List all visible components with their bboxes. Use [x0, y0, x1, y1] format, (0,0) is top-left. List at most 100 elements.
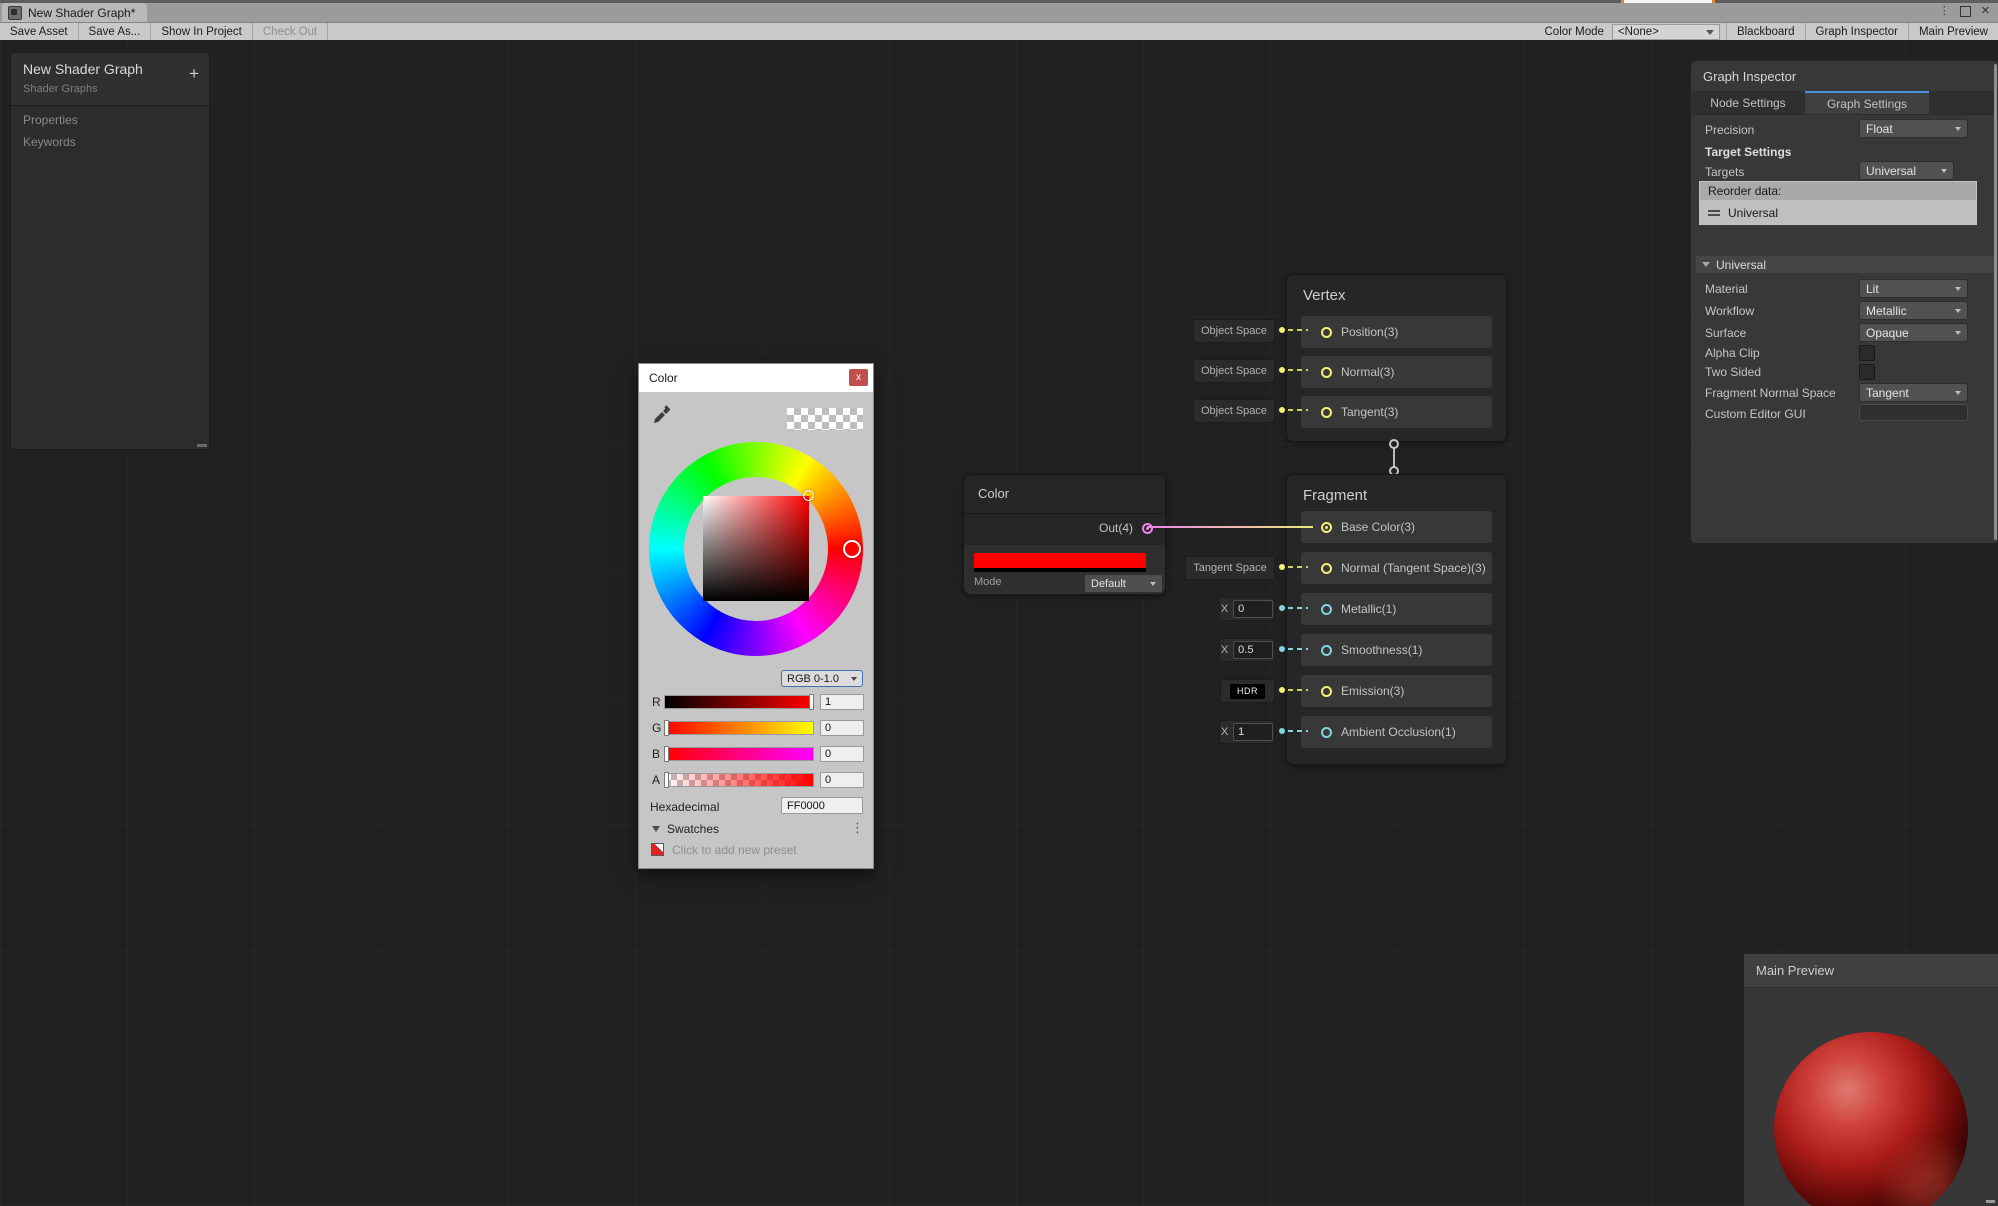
channel-b-slider[interactable] — [664, 747, 814, 761]
alpha-clip-checkbox[interactable] — [1859, 345, 1875, 361]
workflow-dropdown[interactable]: Metallic — [1859, 301, 1968, 320]
close-window-icon[interactable]: ✕ — [1981, 4, 1990, 18]
fragment-normal-space-dropdown[interactable]: Tangent — [1859, 383, 1968, 402]
preset-swatch-icon[interactable] — [651, 843, 664, 856]
channel-g-value[interactable]: 0 — [820, 720, 864, 736]
widget-connector — [1288, 409, 1308, 411]
drag-handle-icon[interactable] — [1708, 210, 1720, 216]
mode-dropdown[interactable]: Default — [1084, 574, 1163, 593]
ambient-occlusion-value-field[interactable]: X 1 — [1219, 720, 1275, 744]
vertex-port-tangent[interactable]: Tangent(3) — [1301, 396, 1492, 428]
color-space-dropdown[interactable]: RGB 0-1.0 — [781, 670, 863, 687]
graph-inspector-toggle-button[interactable]: Graph Inspector — [1806, 23, 1909, 41]
normal-space-widget[interactable]: Tangent Space — [1185, 556, 1275, 580]
fragment-port-metallic[interactable]: Metallic(1) — [1301, 593, 1492, 625]
material-dropdown[interactable]: Lit — [1859, 279, 1968, 298]
preview-sphere[interactable] — [1774, 1032, 1968, 1206]
blackboard-section-properties[interactable]: Properties — [23, 113, 78, 127]
blackboard-section-keywords[interactable]: Keywords — [23, 135, 76, 149]
save-as-button[interactable]: Save As... — [79, 23, 152, 41]
main-preview-toggle-button[interactable]: Main Preview — [1909, 23, 1998, 41]
dialog-title-bar[interactable]: Color x — [639, 364, 873, 392]
vertex-port-position[interactable]: Position(3) — [1301, 316, 1492, 348]
channel-a-slider[interactable] — [664, 773, 814, 787]
inspector-scrollbar[interactable] — [1994, 64, 1997, 540]
slider-handle[interactable] — [664, 746, 669, 762]
color-node-title: Color — [978, 486, 1009, 501]
normal-space-dropdown[interactable]: Object Space — [1193, 359, 1275, 383]
port-circle-vec3[interactable] — [1321, 367, 1332, 378]
channel-b-value[interactable]: 0 — [820, 746, 864, 762]
tangent-space-dropdown[interactable]: Object Space — [1193, 399, 1275, 423]
fragment-port-ambient-occlusion[interactable]: Ambient Occlusion(1) — [1301, 716, 1492, 748]
vertex-node[interactable]: Vertex Position(3) Normal(3) Tangent(3) — [1286, 274, 1507, 442]
slider-handle[interactable] — [664, 772, 669, 788]
window-menu-icon[interactable]: ⋮ — [1939, 4, 1950, 18]
main-preview-header[interactable]: Main Preview — [1744, 954, 1998, 988]
show-in-project-button[interactable]: Show In Project — [151, 23, 253, 41]
save-asset-button[interactable]: Save Asset — [0, 23, 79, 41]
color-mode-dropdown[interactable]: <None> — [1612, 24, 1720, 40]
emission-hdr-widget[interactable]: HDR — [1220, 679, 1275, 703]
document-tab[interactable]: New Shader Graph* — [2, 3, 147, 22]
universal-foldout[interactable]: Universal — [1696, 256, 1994, 273]
saturation-value-square[interactable] — [703, 496, 809, 601]
channel-a-value[interactable]: 0 — [820, 772, 864, 788]
channel-g-slider[interactable] — [664, 721, 814, 735]
port-circle-vec1[interactable] — [1321, 727, 1332, 738]
restore-window-icon[interactable] — [1960, 6, 1971, 17]
targets-dropdown[interactable]: Universal — [1859, 161, 1954, 180]
swatches-label: Swatches — [667, 822, 719, 836]
eyedropper-icon[interactable] — [652, 405, 672, 425]
port-circle-vec3-connected[interactable] — [1321, 522, 1332, 533]
close-dialog-button[interactable]: x — [849, 369, 868, 386]
port-circle-vec3[interactable] — [1321, 407, 1332, 418]
channel-r-slider[interactable] — [664, 695, 814, 709]
widget-dot — [1279, 728, 1285, 734]
custom-editor-gui-input[interactable] — [1859, 404, 1968, 421]
resize-grip[interactable] — [197, 444, 207, 447]
resize-grip[interactable] — [1986, 1200, 1995, 1203]
chevron-down-icon — [1941, 169, 1947, 173]
surface-dropdown[interactable]: Opaque — [1859, 323, 1968, 342]
precision-dropdown[interactable]: Float — [1859, 119, 1968, 138]
swatches-menu-icon[interactable]: ⋮ — [851, 820, 864, 836]
channel-r-value[interactable]: 1 — [820, 694, 864, 710]
reorder-item-universal[interactable]: Universal — [1700, 201, 1976, 224]
hue-selector[interactable] — [843, 540, 861, 558]
current-alpha-swatch — [787, 408, 863, 430]
add-property-button[interactable]: + — [189, 65, 199, 82]
fragment-port-emission[interactable]: Emission(3) — [1301, 675, 1492, 707]
fragment-port-smoothness[interactable]: Smoothness(1) — [1301, 634, 1492, 666]
port-circle-vec1[interactable] — [1321, 604, 1332, 615]
smoothness-value-field[interactable]: X 0.5 — [1219, 638, 1275, 662]
widget-dot — [1279, 605, 1285, 611]
blackboard-toggle-button[interactable]: Blackboard — [1727, 23, 1806, 41]
slider-handle[interactable] — [809, 694, 814, 710]
port-circle-vec3[interactable] — [1321, 686, 1332, 697]
position-space-dropdown[interactable]: Object Space — [1193, 319, 1275, 343]
metallic-value-field[interactable]: X 0 — [1219, 597, 1275, 621]
vertex-port-normal[interactable]: Normal(3) — [1301, 356, 1492, 388]
alpha-clip-label: Alpha Clip — [1705, 346, 1760, 360]
tab-graph-settings[interactable]: Graph Settings — [1805, 91, 1929, 114]
color-swatch[interactable] — [974, 553, 1146, 568]
swatches-foldout-icon[interactable] — [652, 826, 660, 832]
color-node[interactable]: Color Out(4) Mode Default — [963, 474, 1166, 595]
two-sided-checkbox[interactable] — [1859, 364, 1875, 380]
widget-dot — [1279, 407, 1285, 413]
sv-selector[interactable] — [803, 490, 814, 501]
port-circle-vec3[interactable] — [1321, 327, 1332, 338]
add-preset-hint[interactable]: Click to add new preset — [672, 843, 797, 857]
fragment-port-base-color[interactable]: Base Color(3) — [1301, 511, 1492, 543]
two-sided-label: Two Sided — [1705, 365, 1761, 379]
tab-node-settings[interactable]: Node Settings — [1691, 91, 1805, 114]
hexadecimal-input[interactable]: FF0000 — [781, 797, 863, 814]
port-circle-vec3[interactable] — [1321, 563, 1332, 574]
port-circle-vec1[interactable] — [1321, 645, 1332, 656]
edge-color-to-basecolor[interactable] — [1147, 526, 1313, 528]
slider-handle[interactable] — [664, 720, 669, 736]
fragment-node[interactable]: Fragment Base Color(3) Normal (Tangent S… — [1286, 474, 1507, 765]
output-port-vec4[interactable] — [1142, 523, 1153, 534]
fragment-port-normal[interactable]: Normal (Tangent Space)(3) — [1301, 552, 1492, 584]
